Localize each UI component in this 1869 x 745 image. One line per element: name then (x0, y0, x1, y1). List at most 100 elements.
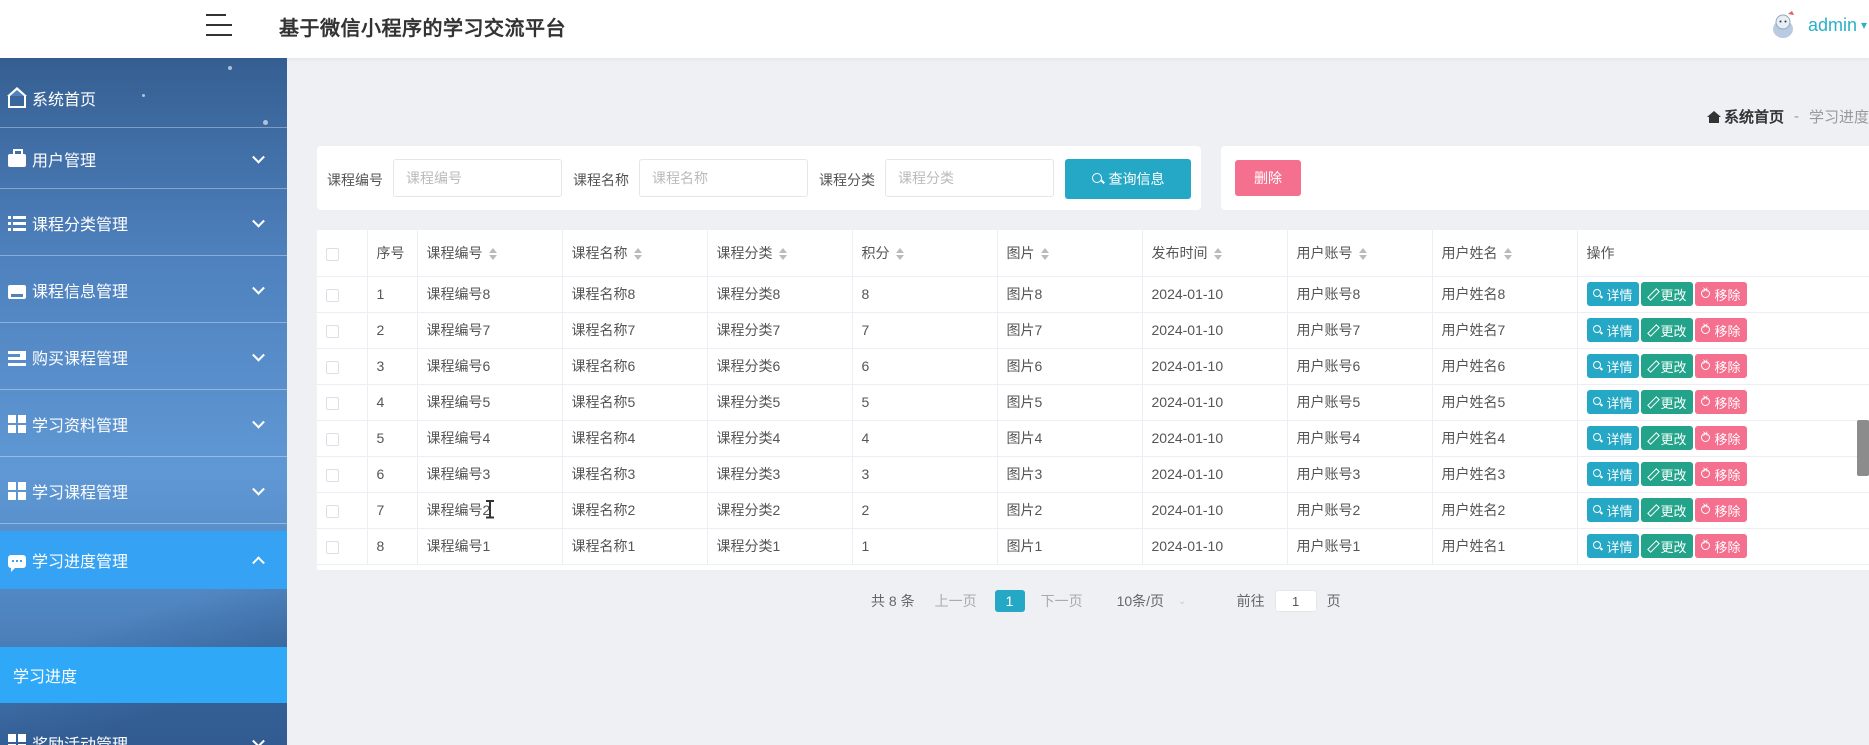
menu-toggle-icon[interactable] (206, 12, 232, 38)
course-code-input[interactable] (393, 159, 562, 197)
goto-page-input[interactable] (1274, 590, 1317, 612)
table-cell: 图片1 (997, 528, 1143, 565)
table-cell: 5 (367, 420, 418, 457)
column-header[interactable]: 图片 (997, 230, 1143, 277)
sidebar-item-users[interactable]: 用户管理 (0, 129, 287, 189)
column-header[interactable]: 用户账号 (1287, 230, 1433, 277)
grid-icon (8, 414, 26, 433)
detail-button[interactable]: 详情 (1586, 426, 1639, 450)
remove-button[interactable]: 移除 (1694, 390, 1747, 414)
sidebar-item-progress[interactable]: 学习进度管理 (0, 531, 287, 589)
user-menu[interactable]: admin ▾ (1768, 10, 1867, 40)
remove-button[interactable]: 移除 (1694, 462, 1747, 486)
detail-button[interactable]: 详情 (1586, 462, 1639, 486)
edit-button[interactable]: 更改 (1640, 318, 1693, 342)
column-header[interactable]: 用户姓名 (1432, 230, 1578, 277)
detail-button[interactable]: 详情 (1586, 390, 1639, 414)
remove-button[interactable]: 移除 (1694, 354, 1747, 378)
sort-icon[interactable] (488, 248, 497, 261)
delete-button[interactable]: 删除 (1235, 160, 1301, 196)
operations-cell: 详情 更改 移除 (1577, 456, 1869, 493)
sidebar-item-study-course[interactable]: 学习课程管理 (0, 458, 287, 524)
remove-button[interactable]: 移除 (1694, 318, 1747, 342)
detail-label: 详情 (1606, 359, 1633, 375)
operations-cell: 详情 更改 移除 (1577, 420, 1869, 457)
data-table: 序号 课程编号 课程名称 课程分类 积分 图片 发布时间 用户账号 用户姓名 操… (317, 230, 1869, 570)
edit-button[interactable]: 更改 (1640, 534, 1693, 558)
table-cell: 课程编号1 (417, 528, 563, 565)
sort-icon[interactable] (1358, 248, 1367, 261)
table-row: 7 课程编号2 课程名称2 课程分类2 2 图片2 2024-01-10 用户账… (317, 492, 1869, 529)
detail-button[interactable]: 详情 (1586, 534, 1639, 558)
operations-cell: 详情 更改 移除 (1577, 492, 1869, 529)
row-select-cell (317, 456, 368, 493)
column-header-label: 发布时间 (1151, 244, 1208, 261)
row-checkbox[interactable] (326, 432, 339, 446)
table-cell: 课程编号5 (417, 384, 563, 421)
search-icon (1592, 325, 1603, 335)
goto-prefix: 前往 (1236, 593, 1265, 609)
select-all-checkbox[interactable] (326, 247, 339, 261)
sidebar-item-home[interactable]: 系统首页 (0, 68, 287, 128)
remove-button[interactable]: 移除 (1694, 498, 1747, 522)
sort-icon[interactable] (1040, 248, 1049, 261)
row-checkbox[interactable] (326, 540, 339, 554)
course-name-input[interactable] (639, 159, 808, 197)
prev-page-button[interactable]: 上一页 (935, 591, 977, 611)
edit-button[interactable]: 更改 (1640, 498, 1693, 522)
table-cell: 2 (852, 492, 998, 529)
remove-button[interactable]: 移除 (1694, 426, 1747, 450)
row-checkbox[interactable] (326, 324, 339, 338)
operations-cell: 详情 更改 移除 (1577, 312, 1869, 349)
sort-icon[interactable] (895, 248, 904, 261)
column-header[interactable]: 发布时间 (1142, 230, 1288, 277)
username: admin (1808, 14, 1858, 35)
column-header[interactable]: 课程分类 (707, 230, 853, 277)
column-header[interactable]: 课程名称 (562, 230, 708, 277)
detail-button[interactable]: 详情 (1586, 498, 1639, 522)
row-select-cell (317, 276, 368, 313)
sidebar-item-purchase[interactable]: 购买课程管理 (0, 324, 287, 390)
edit-button[interactable]: 更改 (1640, 426, 1693, 450)
detail-button[interactable]: 详情 (1586, 282, 1639, 306)
chevron-down-icon (252, 482, 265, 496)
sort-icon[interactable] (1503, 248, 1512, 261)
sort-icon[interactable] (1213, 248, 1222, 261)
edit-button[interactable]: 更改 (1640, 390, 1693, 414)
sidebar-item-course-category[interactable]: 课程分类管理 (0, 190, 287, 256)
sidebar-item-rewards[interactable]: 奖励活动管理 (0, 712, 287, 745)
sidebar-item-label: 课程分类管理 (32, 216, 129, 234)
detail-button[interactable]: 详情 (1586, 318, 1639, 342)
row-checkbox[interactable] (326, 396, 339, 410)
detail-button[interactable]: 详情 (1586, 354, 1639, 378)
sort-icon[interactable] (633, 248, 642, 261)
remove-button[interactable]: 移除 (1694, 282, 1747, 306)
column-header[interactable]: 积分 (852, 230, 998, 277)
row-checkbox[interactable] (326, 504, 339, 518)
sidebar-item-materials[interactable]: 学习资料管理 (0, 391, 287, 457)
scrollbar-thumb[interactable] (1857, 420, 1869, 476)
page-size-select[interactable]: 10条/页 ⌄ (1117, 591, 1207, 611)
sidebar-item-label: 学习资料管理 (32, 417, 129, 435)
query-button[interactable]: 查询信息 (1065, 159, 1191, 199)
column-header[interactable]: 课程编号 (417, 230, 563, 277)
table-row: 8 课程编号1 课程名称1 课程分类1 1 图片1 2024-01-10 用户账… (317, 528, 1869, 565)
table-cell: 2024-01-10 (1142, 528, 1288, 565)
sidebar-item-course-info[interactable]: 课程信息管理 (0, 257, 287, 323)
edit-button[interactable]: 更改 (1640, 282, 1693, 306)
remove-button[interactable]: 移除 (1694, 534, 1747, 558)
edit-button[interactable]: 更改 (1640, 354, 1693, 378)
row-checkbox[interactable] (326, 288, 339, 302)
search-icon (1592, 541, 1603, 551)
breadcrumb-home[interactable]: 系统首页 (1724, 106, 1784, 127)
course-category-input[interactable] (885, 159, 1054, 197)
table-cell: 7 (852, 312, 998, 349)
pencil-icon (1647, 433, 1657, 443)
sort-icon[interactable] (778, 248, 787, 261)
sidebar-subitem-progress[interactable]: 学习进度 (0, 647, 287, 703)
page-number-button[interactable]: 1 (994, 590, 1025, 612)
edit-button[interactable]: 更改 (1640, 462, 1693, 486)
next-page-button[interactable]: 下一页 (1041, 591, 1083, 611)
row-checkbox[interactable] (326, 468, 339, 482)
row-checkbox[interactable] (326, 360, 339, 374)
